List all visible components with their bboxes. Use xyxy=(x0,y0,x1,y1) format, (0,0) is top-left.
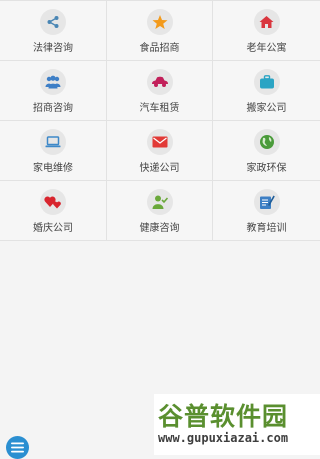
service-item-health[interactable]: 健康咨询 xyxy=(107,181,213,241)
service-item-education[interactable]: 教育培训 xyxy=(213,181,320,241)
edit-icon xyxy=(253,189,280,215)
service-item-housekeeping[interactable]: 家政环保 xyxy=(213,121,320,181)
service-label: 食品招商 xyxy=(139,43,180,54)
service-item-senior-apartment[interactable]: 老年公寓 xyxy=(213,1,320,61)
service-item-legal[interactable]: 法律咨询 xyxy=(0,1,107,61)
service-label: 婚庆公司 xyxy=(33,223,73,234)
envelope-icon xyxy=(146,129,173,155)
menu-icon xyxy=(11,442,24,453)
service-label: 汽车租赁 xyxy=(139,103,180,114)
service-item-express[interactable]: 快递公司 xyxy=(107,121,213,181)
watermark-logo: 谷普软件园 www.gupuxiazai.com xyxy=(154,394,320,455)
service-label: 教育培训 xyxy=(246,223,287,234)
people-icon xyxy=(40,69,66,95)
home-icon xyxy=(253,9,280,35)
service-label: 家政环保 xyxy=(246,163,287,174)
star-icon xyxy=(146,9,173,35)
service-label: 搬家公司 xyxy=(246,103,287,114)
watermark-title: 谷普软件园 xyxy=(158,402,289,431)
service-label: 健康咨询 xyxy=(139,223,180,234)
service-item-investment[interactable]: 招商咨询 xyxy=(0,61,107,121)
hearts-icon xyxy=(40,189,66,215)
globe-icon xyxy=(253,129,280,155)
car-icon xyxy=(146,69,173,95)
briefcase-icon xyxy=(253,69,280,95)
laptop-icon xyxy=(40,129,66,155)
service-item-wedding[interactable]: 婚庆公司 xyxy=(0,181,107,241)
service-item-moving[interactable]: 搬家公司 xyxy=(213,61,320,121)
service-item-appliance-repair[interactable]: 家电维修 xyxy=(0,121,107,181)
service-label: 快递公司 xyxy=(139,163,180,174)
service-label: 老年公寓 xyxy=(246,43,287,54)
user-icon xyxy=(146,189,173,215)
service-label: 招商咨询 xyxy=(33,103,73,114)
service-item-car-rental[interactable]: 汽车租赁 xyxy=(107,61,213,121)
watermark-url: www.gupuxiazai.com xyxy=(158,431,289,445)
service-label: 家电维修 xyxy=(33,163,73,174)
share-icon xyxy=(40,9,66,35)
service-item-food[interactable]: 食品招商 xyxy=(107,1,213,61)
menu-button[interactable] xyxy=(6,436,29,459)
service-label: 法律咨询 xyxy=(33,43,73,54)
service-grid: 法律咨询 食品招商 老年公寓 招商咨询 汽车租赁 搬家公司 家电维修 快递公司 … xyxy=(0,0,320,241)
